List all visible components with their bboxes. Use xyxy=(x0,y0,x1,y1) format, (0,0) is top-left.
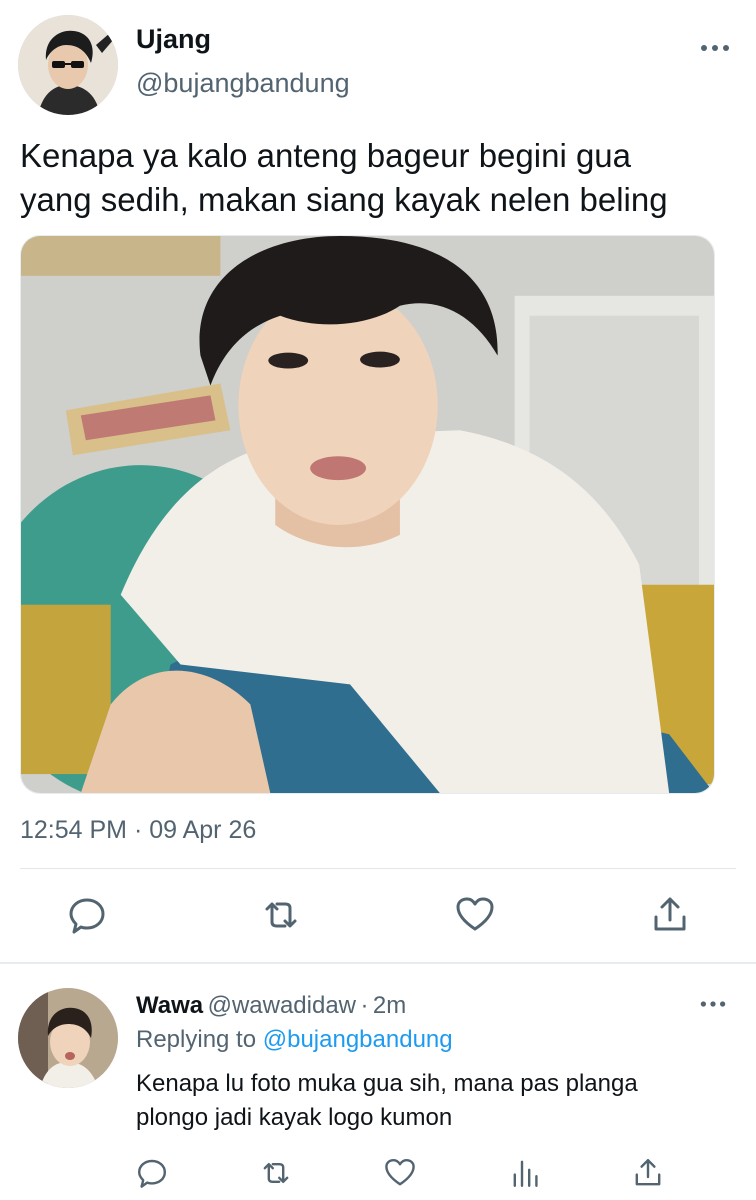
replying-to-mention[interactable]: @bujangbandung xyxy=(263,1026,453,1053)
tweet-text: Kenapa ya kalo anteng bageur begini gua … xyxy=(20,137,668,218)
author-avatar[interactable] xyxy=(18,15,118,115)
retweet-icon[interactable] xyxy=(261,895,301,935)
reply-share-icon[interactable] xyxy=(632,1157,664,1189)
tweet-timestamp[interactable]: 12:54 PM · 09 Apr 26 xyxy=(20,816,256,845)
thread-separator xyxy=(0,962,756,964)
reply-like-icon[interactable] xyxy=(384,1157,416,1189)
reply-text: Kenapa lu foto muka gua sih, mana pas pl… xyxy=(136,1070,638,1131)
reply-avatar-image xyxy=(18,988,118,1088)
reply-time[interactable]: 2m xyxy=(373,992,406,1019)
divider xyxy=(20,868,736,869)
like-icon[interactable] xyxy=(455,895,495,935)
reply-author-avatar[interactable] xyxy=(18,988,118,1088)
tweet-thread: Ujang @bujangbandung Kenapa ya kalo ante… xyxy=(0,0,756,1200)
replying-to: Replying to @bujangbandung xyxy=(136,1026,453,1054)
share-icon[interactable] xyxy=(650,895,690,935)
author-avatar-image xyxy=(18,15,118,115)
reply-retweet-icon[interactable] xyxy=(260,1157,292,1189)
reply-reply-icon[interactable] xyxy=(136,1157,168,1189)
reply-icon[interactable] xyxy=(67,895,107,935)
tweet-media-image[interactable] xyxy=(20,235,715,794)
reply-more-options-icon[interactable] xyxy=(698,997,728,1011)
reply-author-name[interactable]: Wawa xyxy=(136,992,203,1019)
reply-analytics-icon[interactable] xyxy=(510,1157,542,1189)
reply-author-handle[interactable]: @wawadidaw xyxy=(208,992,356,1019)
author-handle[interactable]: @bujangbandung xyxy=(136,68,350,99)
media-photo xyxy=(21,236,714,793)
author-name[interactable]: Ujang xyxy=(136,24,211,55)
reply-header: Wawa @wawadidaw · 2m xyxy=(136,992,406,1020)
more-options-icon[interactable] xyxy=(698,40,732,56)
reply-time-separator: · xyxy=(360,992,369,1019)
replying-to-label: Replying to xyxy=(136,1026,257,1053)
